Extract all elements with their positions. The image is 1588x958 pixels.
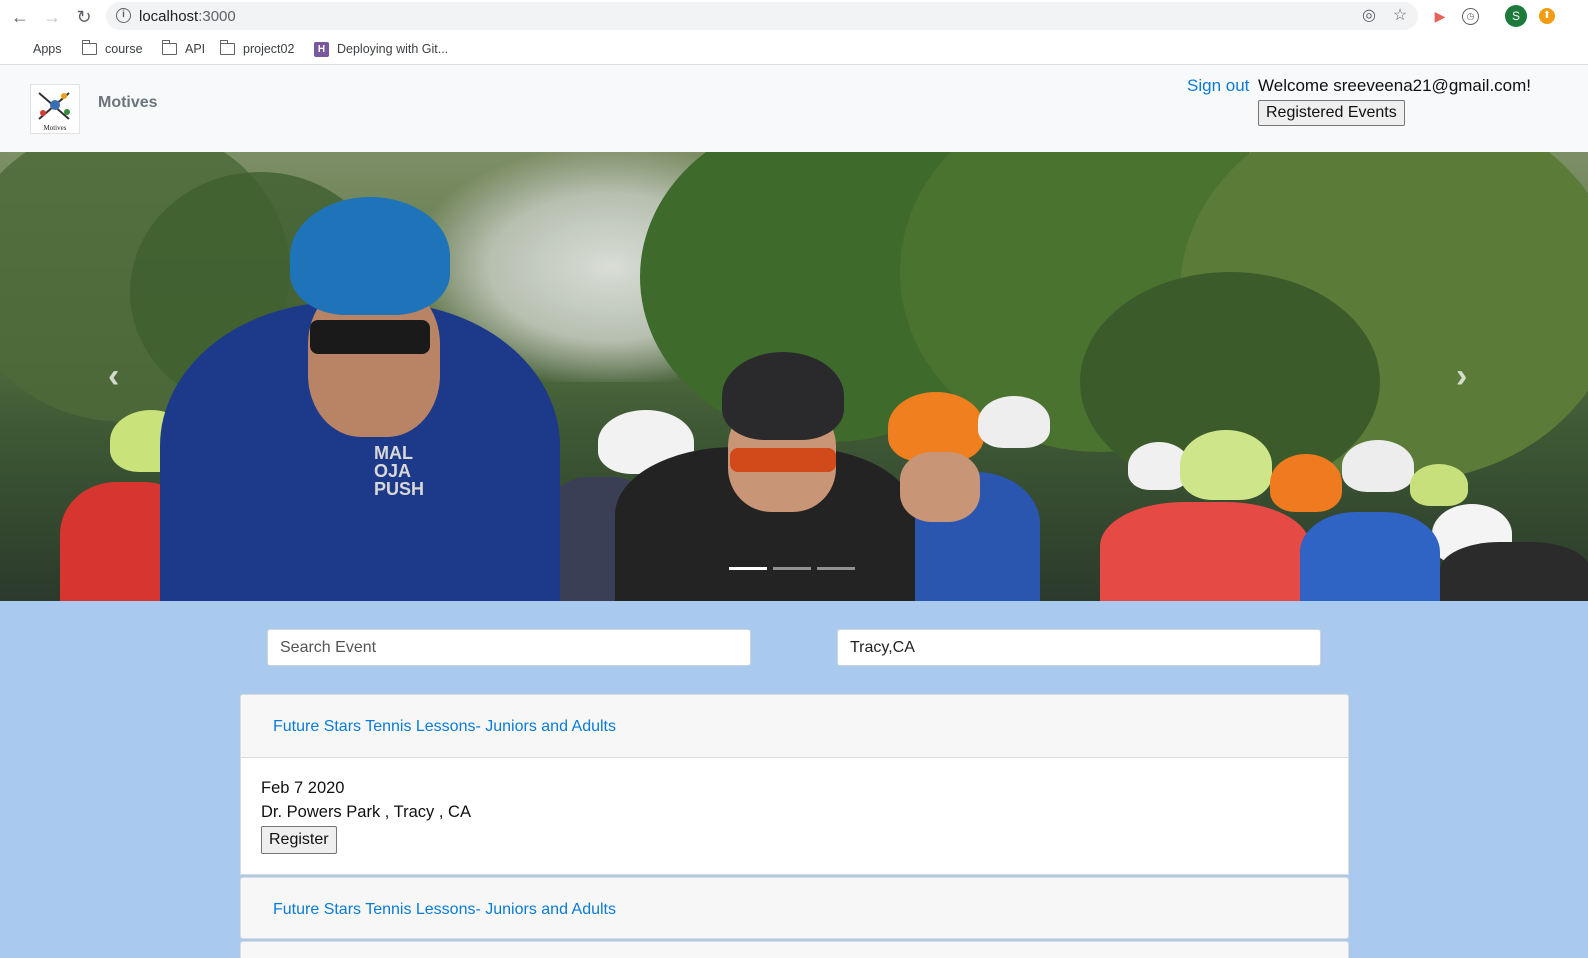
bookmark-label: course [105,42,143,56]
bookmark-project02[interactable]: project02 [220,39,294,59]
extension-red-icon[interactable]: ▶ [1430,6,1450,26]
registered-events-button[interactable]: Registered Events [1258,100,1405,126]
event-card-header: Future Stars Tennis Lessons- Juniors and… [240,877,1349,939]
folder-icon [162,40,177,55]
reload-icon[interactable]: ↻ [72,5,96,29]
bookmark-label: Deploying with Git... [337,42,449,56]
address-bar[interactable]: i localhost:3000 ◎ ☆ [106,2,1418,30]
app-navbar: Motives Motives Sign out Welcome sreevee… [0,66,1588,152]
rider-jersey [1300,512,1440,601]
carousel-indicator-3[interactable] [817,567,855,570]
center-rider-glasses [730,448,836,472]
location-input[interactable] [837,629,1321,666]
rider-helmet [1410,464,1468,506]
sign-out-link[interactable]: Sign out [1187,76,1249,96]
welcome-message: Welcome sreeveena21@gmail.com! [1258,76,1532,95]
rider-helmet [1270,454,1342,512]
logo-text: Motives [44,124,67,132]
url-port: :3000 [198,8,236,25]
profile-initial: S [1511,9,1520,23]
carousel-prev-icon[interactable]: ‹ [108,357,119,396]
location-target-icon[interactable]: ◎ [1360,7,1378,25]
events-section: Future Stars Tennis Lessons- Juniors and… [0,601,1588,958]
center-rider-helmet [722,352,844,440]
event-card-header [240,941,1349,958]
url-host: localhost [139,8,199,25]
bookmark-label: API [185,42,206,56]
bookmark-deploying[interactable]: H Deploying with Git... [314,39,448,59]
bookmark-star-icon[interactable]: ☆ [1391,7,1409,25]
profile-avatar[interactable]: S [1505,5,1527,27]
heroku-icon: H [314,41,329,57]
bookmark-apps[interactable]: Apps [12,39,62,59]
extension-timer-icon[interactable]: ◷ [1462,8,1479,25]
bookmark-label: Apps [33,42,62,56]
info-icon[interactable]: i [116,8,131,23]
register-button[interactable]: Register [261,826,337,854]
logo-graphic: Motives [38,92,70,132]
url-text: localhost:3000 [139,8,236,25]
folder-icon [220,40,235,55]
rider-face [900,452,980,522]
motives-logo[interactable]: Motives [30,84,80,134]
carousel-indicators [729,567,855,570]
browser-toolbar: ← → ↻ i localhost:3000 ◎ ☆ ▶ ◷ S ⬆ [0,0,1588,34]
bookmark-course[interactable]: course [82,39,143,59]
event-title-link[interactable]: Future Stars Tennis Lessons- Juniors and… [273,718,616,736]
folder-icon [82,40,97,55]
foreground-rider-glasses [310,320,430,354]
bookmark-api[interactable]: API [162,39,205,59]
bookmarks-bar: Apps course API project02 H Deploying wi… [0,34,1588,65]
carousel-indicator-1[interactable] [729,567,767,570]
carousel-indicator-2[interactable] [773,567,811,570]
search-event-input[interactable] [267,629,751,666]
bookmark-label: project02 [243,42,295,56]
carousel-next-icon[interactable]: › [1456,357,1467,396]
back-icon[interactable]: ← [8,5,32,29]
jersey-text: MAL OJA PUSH [374,443,425,499]
apps-grid-icon [12,43,25,56]
event-location: Dr. Powers Park , Tracy , CA [261,803,471,821]
brand-name[interactable]: Motives [98,94,158,112]
event-title-link[interactable]: Future Stars Tennis Lessons- Juniors and… [273,901,616,919]
rider-helmet [978,396,1050,448]
hero-carousel: MAL OJA PUSH ‹ › [0,152,1588,601]
rider-helmet [1180,430,1272,500]
event-card-body: Feb 7 2020 Dr. Powers Park , Tracy , CA … [240,758,1349,875]
forward-icon[interactable]: → [40,5,64,29]
event-date: Feb 7 2020 [261,779,345,797]
rider-helmet [1342,440,1414,492]
event-card-header: Future Stars Tennis Lessons- Juniors and… [240,694,1349,758]
extension-orange-icon[interactable]: ⬆ [1539,8,1555,24]
rider-jersey [1100,502,1310,601]
rider-jersey [1440,542,1588,601]
foreground-rider-helmet [290,197,450,315]
